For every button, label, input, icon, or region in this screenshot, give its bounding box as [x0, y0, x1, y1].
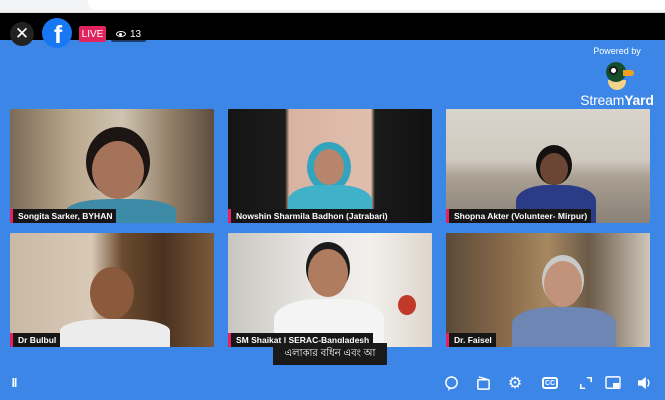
live-video-player: ✕ f LIVE 13 Powered by StreamYard Songit…: [0, 13, 665, 400]
flower-vase: [398, 295, 416, 315]
viewer-count: 13: [130, 28, 142, 40]
browser-strip: [0, 0, 665, 13]
player-controls: ll ⚙ CC: [0, 365, 665, 400]
volume-icon[interactable]: [636, 374, 654, 392]
streamyard-branding: Powered by StreamYard: [579, 46, 655, 108]
gear-icon[interactable]: ⚙: [506, 374, 524, 392]
participant-video: [308, 249, 348, 297]
streamyard-wordmark: StreamYard: [580, 92, 654, 108]
chat-icon[interactable]: [442, 374, 460, 392]
participant-video: [314, 149, 344, 185]
participant-tile-3: Shopna Akter (Volunteer- Mirpur): [446, 109, 650, 223]
eye-icon: [116, 31, 126, 37]
clip-icon[interactable]: [474, 374, 492, 392]
fullscreen-icon[interactable]: [577, 374, 595, 392]
participant-video: [92, 141, 144, 199]
participant-tile-1: Songita Sarker, BYHAN: [10, 109, 214, 223]
participant-video: [544, 261, 582, 307]
picture-in-picture-icon[interactable]: [604, 374, 622, 392]
participant-tile-2: Nowshin Sharmila Badhon (Jatrabari): [228, 109, 432, 223]
live-caption: এলাকার বধিন এবং আ: [273, 343, 387, 365]
close-icon[interactable]: ✕: [10, 22, 34, 46]
powered-by-label: Powered by: [593, 46, 641, 56]
participant-name-tag: Dr Bulbul: [10, 333, 61, 347]
participant-name-tag: Shopna Akter (Volunteer- Mirpur): [446, 209, 592, 223]
participant-tile-5: SM Shaikat | SERAC-Bangladesh: [228, 233, 432, 347]
participant-tile-6: Dr. Faisel: [446, 233, 650, 347]
facebook-logo-icon: f: [42, 18, 72, 48]
streamyard-logo-icon: [602, 60, 634, 90]
live-badge: LIVE: [79, 26, 106, 42]
participant-video: [540, 153, 568, 185]
participant-video: [90, 267, 134, 319]
participant-tile-4: Dr Bulbul: [10, 233, 214, 347]
address-bar[interactable]: [88, 0, 665, 10]
pause-icon[interactable]: ll: [5, 374, 23, 392]
participant-name-tag: Songita Sarker, BYHAN: [10, 209, 117, 223]
participant-name-tag: Nowshin Sharmila Badhon (Jatrabari): [228, 209, 392, 223]
participant-name-tag: Dr. Faisel: [446, 333, 496, 347]
viewer-count-badge: 13: [111, 26, 147, 42]
cc-icon[interactable]: CC: [542, 377, 558, 389]
